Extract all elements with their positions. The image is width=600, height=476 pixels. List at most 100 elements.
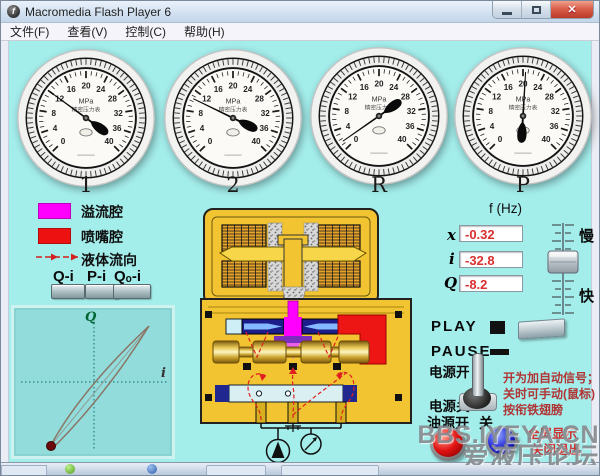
x-axis-label: i [161,366,166,381]
frequency-slider[interactable] [546,221,580,321]
svg-text:12: 12 [492,93,502,102]
svg-text:36: 36 [112,124,122,133]
readout-x-label: x [447,226,456,244]
svg-text:16: 16 [504,83,514,92]
nozzle-chamber-swatch [38,228,71,244]
gauge-label-2: 2 [161,173,305,197]
close-button[interactable]: ✕ [551,1,593,18]
svg-text:40: 40 [542,135,552,144]
maximize-icon [532,6,541,14]
pressure-gauge-2: 0481216202428323640MPa精密压力表 [161,46,305,190]
curve-button-qi[interactable] [51,284,85,299]
svg-text:4: 4 [490,122,495,131]
power-note-2: 关时可手动(鼠标) [503,385,595,402]
power-note-3: 按衔铁翅膀 [503,401,563,418]
tab-label-qoi: Qₒ-i [114,268,141,285]
coil-bottom-right [316,261,360,287]
menu-help[interactable]: 帮助(H) [184,23,225,40]
gauge-dial: 0481216202428323640MPa精密压力表 [451,44,595,188]
play-label[interactable]: PLAY [431,318,478,335]
svg-text:0: 0 [61,137,66,146]
operating-point [47,442,56,451]
play-icon[interactable] [490,321,505,334]
taskbar-window-button[interactable] [206,465,266,476]
nozzle-left [242,319,284,334]
maximize-button[interactable] [522,1,551,18]
flash-player-window: f Macromedia Flash Player 6 ✕ 文件(F) 查看(V… [0,0,600,476]
svg-text:36: 36 [405,122,415,131]
taskbar-start-area[interactable] [1,465,47,476]
readout-i-value: -32.8 [459,251,523,268]
svg-text:20: 20 [374,79,384,88]
window-controls: ✕ [492,1,594,19]
svg-text:40: 40 [252,137,262,146]
menu-file[interactable]: 文件(F) [10,23,49,40]
end-seal-left [215,385,229,402]
toggle-lever[interactable] [472,353,484,397]
svg-text:8: 8 [344,107,349,116]
minimize-icon [502,12,512,15]
svg-text:20: 20 [81,81,91,90]
pressure-gauge-1: 0481216202428323640MPa精密压力表 [14,46,158,190]
stage: 0481216202428323640MPa精密压力表 048121620242… [1,41,600,465]
svg-text:36: 36 [259,124,269,133]
flow-arrow-icon [34,252,80,262]
svg-text:32: 32 [261,109,271,118]
minimize-button[interactable] [493,1,522,18]
menubar: 文件(F) 查看(V) 控制(C) 帮助(H) [1,23,599,41]
gauge-label-p: P [451,173,595,197]
svg-text:0: 0 [498,135,503,144]
svg-text:MPa: MPa [372,95,387,104]
flow-direction-label: 液体流向 [81,250,137,270]
taskbar-icon[interactable] [65,464,75,474]
watermark-line2: 爱液压论坛 [462,445,600,465]
play-3d-button[interactable] [518,318,565,339]
svg-text:16: 16 [360,83,370,92]
svg-text:4: 4 [53,124,58,133]
pressure-gauge-p: 0481216202428323640MPa精密压力表 [451,44,595,188]
port-t [288,402,298,423]
svg-text:0: 0 [354,135,359,144]
svg-text:24: 24 [96,85,106,94]
frequency-label: f (Hz) [489,201,522,216]
torque-motor [204,209,378,305]
drain-passage [226,319,242,334]
svg-text:精密压力表: 精密压力表 [72,105,101,113]
y-axis-label: Q [85,310,97,325]
slider-fast-label: 快 [579,285,594,306]
close-icon: ✕ [567,3,576,16]
menu-view[interactable]: 查看(V) [67,23,107,40]
svg-text:40: 40 [398,135,408,144]
svg-text:32: 32 [407,107,417,116]
svg-text:24: 24 [243,85,253,94]
svg-text:28: 28 [401,93,411,102]
menu-control[interactable]: 控制(C) [125,23,166,40]
svg-text:精密压力表: 精密压力表 [219,105,248,113]
svg-text:28: 28 [545,93,555,102]
gauge-label-1: 1 [14,173,158,197]
nozzle-chamber-label: 喷嘴腔 [81,227,123,247]
svg-text:0: 0 [208,137,213,146]
svg-text:24: 24 [533,83,543,92]
svg-text:12: 12 [348,93,358,102]
svg-text:MPa: MPa [226,97,241,106]
pressure-gauge-r: 0481216202428323640MPa精密压力表 [307,44,451,188]
svg-text:28: 28 [255,95,265,104]
slider-thumb[interactable] [548,251,578,273]
readout-i-label: i [449,250,455,268]
svg-text:36: 36 [549,122,559,131]
power-toggle[interactable] [455,351,499,413]
taskbar-window-button[interactable] [281,465,379,476]
svg-text:4: 4 [346,122,351,131]
svg-text:20: 20 [518,79,528,88]
svg-text:8: 8 [198,109,203,118]
svg-text:MPa: MPa [79,97,94,106]
svg-text:20: 20 [228,81,238,90]
window-border-left [1,41,9,465]
gauge-dial: 0481216202428323640MPa精密压力表 [307,44,451,188]
readout-q-label: Q [444,274,457,292]
readout-x-value: -0.32 [459,225,523,242]
curve-button-qoi[interactable] [113,284,151,299]
hysteresis-graph: Q i [11,305,175,459]
taskbar-icon[interactable] [147,464,157,474]
